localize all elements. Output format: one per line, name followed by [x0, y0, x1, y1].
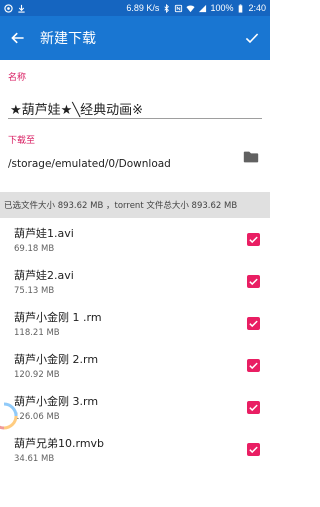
file-size: 69.18 MB	[14, 243, 55, 254]
file-name: 葫芦娃2.avi	[14, 268, 74, 282]
check-icon	[249, 320, 258, 327]
save-location-label: 下载至	[8, 136, 36, 146]
file-checkbox[interactable]	[247, 442, 260, 456]
signal-icon	[198, 4, 207, 13]
file-size: 75.13 MB	[14, 285, 55, 296]
list-item[interactable]: 葫芦娃2.avi 75.13 MB	[0, 260, 270, 302]
file-size: 34.61 MB	[14, 453, 55, 464]
file-name: 葫芦兄弟10.rmvb	[14, 436, 105, 450]
bluetooth-icon	[162, 3, 171, 13]
status-bar: 6.89 K/s 100% 2:40	[0, 0, 270, 16]
wifi-icon	[186, 4, 195, 13]
save-path[interactable]: /storage/emulated/0/Download	[8, 158, 171, 170]
folder-icon	[243, 151, 259, 163]
status-left	[4, 3, 26, 13]
save-section: 下载至 /storage/emulated/0/Download	[0, 133, 270, 170]
network-speed: 6.89 K/s	[126, 3, 160, 13]
check-icon	[249, 446, 258, 453]
file-checkbox[interactable]	[247, 232, 260, 246]
list-item[interactable]: 葫芦小金刚 1 .rm 118.21 MB	[0, 302, 270, 344]
check-icon	[249, 404, 258, 411]
check-icon	[249, 278, 258, 285]
file-text: 葫芦小金刚 2.rm 120.92 MB	[14, 351, 98, 380]
selection-summary: 已选文件大小 893.62 MB ，torrent 文件总大小 893.62 M…	[0, 192, 270, 218]
file-checkbox[interactable]	[247, 316, 260, 330]
file-size: 126.06 MB	[14, 411, 60, 422]
file-text: 葫芦娃2.avi 75.13 MB	[14, 267, 74, 296]
app-bar: 新建下载	[0, 16, 270, 60]
save-location-row: /storage/emulated/0/Download	[8, 148, 262, 170]
file-size: 118.21 MB	[14, 327, 60, 338]
arrow-left-icon	[11, 32, 24, 44]
back-button[interactable]	[8, 28, 28, 48]
name-label: 名称	[8, 73, 27, 83]
file-checkbox[interactable]	[247, 358, 260, 372]
list-item[interactable]: 葫芦娃1.avi 69.18 MB	[0, 218, 270, 260]
file-list: 葫芦娃1.avi 69.18 MB 葫芦娃2.avi 75.13 MB 葫芦小金…	[0, 218, 270, 470]
folder-button[interactable]	[242, 148, 260, 166]
name-section: 名称 ★葫芦娃★╲经典动画※	[0, 70, 270, 119]
app-notification-icon	[4, 3, 13, 13]
floating-spinner-icon[interactable]	[0, 396, 24, 436]
file-text: 葫芦小金刚 3.rm 126.06 MB	[14, 393, 98, 422]
file-name: 葫芦小金刚 2.rm	[14, 352, 99, 366]
battery-icon	[236, 3, 245, 13]
nfc-icon	[174, 4, 183, 13]
download-notification-icon	[17, 4, 26, 13]
file-text: 葫芦兄弟10.rmvb 34.61 MB	[14, 435, 104, 464]
status-right: 6.89 K/s 100% 2:40	[126, 3, 266, 13]
name-input[interactable]: ★葫芦娃★╲经典动画※	[8, 97, 262, 119]
confirm-button[interactable]	[242, 28, 262, 48]
check-icon	[249, 236, 258, 243]
file-size: 120.92 MB	[14, 369, 60, 380]
file-checkbox[interactable]	[247, 400, 260, 414]
check-icon	[249, 362, 258, 369]
battery-percent: 100%	[210, 3, 234, 13]
file-checkbox[interactable]	[247, 274, 260, 288]
clock: 2:40	[248, 3, 266, 13]
file-name: 葫芦娃1.avi	[14, 226, 74, 240]
file-text: 葫芦小金刚 1 .rm 118.21 MB	[14, 309, 102, 338]
page-title: 新建下载	[40, 31, 96, 47]
file-name: 葫芦小金刚 3.rm	[14, 394, 99, 408]
file-name: 葫芦小金刚 1 .rm	[14, 310, 102, 324]
file-text: 葫芦娃1.avi 69.18 MB	[14, 225, 74, 254]
list-item[interactable]: 葫芦小金刚 3.rm 126.06 MB	[0, 386, 270, 428]
check-icon	[245, 33, 259, 44]
list-item[interactable]: 葫芦小金刚 2.rm 120.92 MB	[0, 344, 270, 386]
list-item[interactable]: 葫芦兄弟10.rmvb 34.61 MB	[0, 428, 270, 470]
